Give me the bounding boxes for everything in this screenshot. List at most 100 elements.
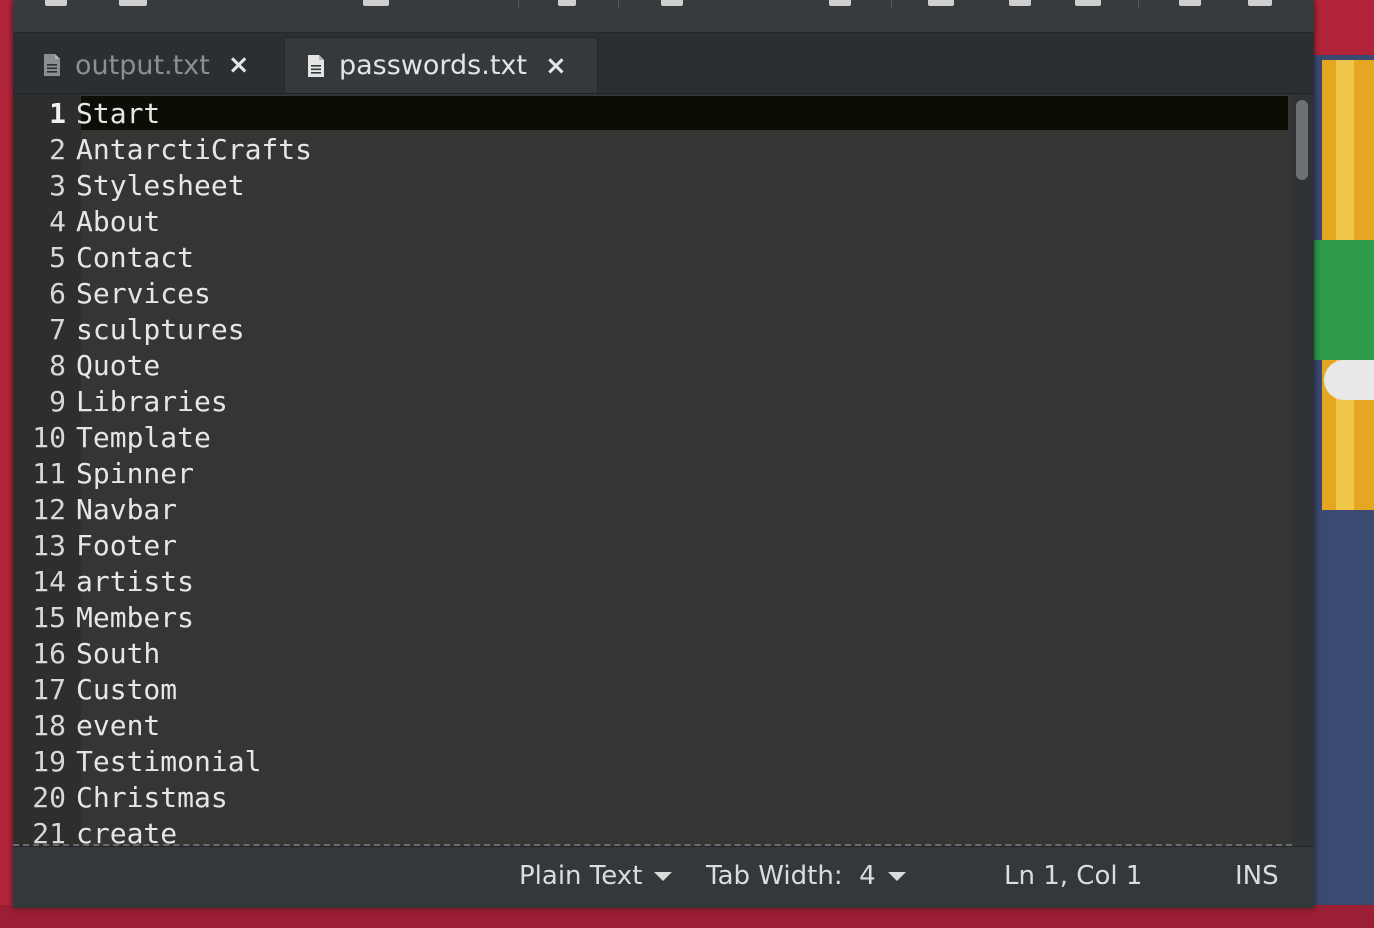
line-text[interactable]: AntarctiCrafts [75, 132, 312, 168]
redo-icon[interactable] [829, 0, 851, 6]
line-number: 3 [49, 169, 66, 202]
line-text[interactable]: event [75, 708, 160, 744]
line-number: 1 [49, 97, 66, 130]
search-icon[interactable] [1179, 0, 1201, 6]
new-file-icon[interactable] [45, 0, 67, 6]
paste-icon[interactable] [1075, 0, 1101, 6]
tab-passwords-txt[interactable]: passwords.txt × [284, 37, 598, 93]
line-number: 12 [32, 493, 66, 526]
line-text[interactable]: About [75, 204, 160, 240]
line-text[interactable]: Navbar [75, 492, 177, 528]
editor-line[interactable]: 7 sculptures [13, 312, 312, 348]
line-number: 13 [32, 529, 66, 562]
cursor-position-label: Ln 1, Col 1 [1004, 861, 1143, 891]
line-number: 14 [32, 565, 66, 598]
insert-mode-label: INS [1235, 861, 1279, 891]
line-number: 16 [32, 637, 66, 670]
save-icon[interactable] [363, 0, 389, 6]
close-tab-button[interactable]: × [228, 50, 250, 80]
line-text[interactable]: Template [75, 420, 211, 456]
print-icon[interactable] [558, 0, 576, 6]
cut-icon[interactable] [928, 0, 954, 6]
line-text[interactable]: Custom [75, 672, 177, 708]
cursor-position: Ln 1, Col 1 [1004, 861, 1142, 891]
line-text[interactable]: Quote [75, 348, 160, 384]
text-editor-window: output.txt × passwords.txt × 1 Start 2 Ant… [13, 0, 1314, 908]
editor-line[interactable]: 6 Services [13, 276, 312, 312]
line-text[interactable]: create [75, 816, 177, 846]
line-number: 21 [32, 817, 66, 846]
line-text[interactable]: Spinner [75, 456, 194, 492]
editor-line[interactable]: 20 Christmas [13, 780, 312, 816]
line-text[interactable]: artists [75, 564, 194, 600]
line-number: 4 [49, 205, 66, 238]
editor-line[interactable]: 14 artists [13, 564, 312, 600]
line-number: 15 [32, 601, 66, 634]
language-selector[interactable]: Plain Text [519, 861, 673, 891]
status-bar: Plain Text Tab Width: 4 Ln 1, Col 1 INS [13, 846, 1314, 908]
editor-line[interactable]: 11 Spinner [13, 456, 312, 492]
line-text[interactable]: Services [75, 276, 211, 312]
dropdown-caret-icon [654, 871, 673, 881]
line-text[interactable]: Stylesheet [75, 168, 245, 204]
editor-line[interactable]: 1 Start [13, 96, 312, 132]
editor-line[interactable]: 18 event [13, 708, 312, 744]
tab-width-selector[interactable]: Tab Width: 4 [706, 861, 906, 891]
editor-line[interactable]: 5 Contact [13, 240, 312, 276]
vertical-scrollbar[interactable] [1292, 94, 1314, 846]
line-text[interactable]: Libraries [75, 384, 228, 420]
editor-line[interactable]: 12 Navbar [13, 492, 312, 528]
line-number: 17 [32, 673, 66, 706]
editor-line[interactable]: 8 Quote [13, 348, 312, 384]
open-icon[interactable] [119, 0, 147, 6]
editor-line[interactable]: 9 Libraries [13, 384, 312, 420]
line-text[interactable]: sculptures [75, 312, 245, 348]
editor-lines: 1 Start 2 AntarctiCrafts 3 Stylesheet 4 Abou… [13, 96, 312, 846]
line-text[interactable]: Christmas [75, 780, 228, 816]
line-number: 11 [32, 457, 66, 490]
toolbar-separator [618, 0, 619, 8]
line-text[interactable]: Footer [75, 528, 177, 564]
toolbar [13, 0, 1314, 33]
tab-bar: output.txt × passwords.txt × [13, 33, 1314, 94]
editor-line[interactable]: 17 Custom [13, 672, 312, 708]
editor-line[interactable]: 15 Members [13, 600, 312, 636]
line-text[interactable]: Contact [75, 240, 194, 276]
dropdown-caret-icon [887, 871, 906, 881]
editor-line[interactable]: 3 Stylesheet [13, 168, 312, 204]
line-text[interactable]: Testimonial [75, 744, 261, 780]
editor-line[interactable]: 13 Footer [13, 528, 312, 564]
editor-line[interactable]: 16 South [13, 636, 312, 672]
close-tab-button[interactable]: × [545, 51, 567, 81]
editor-line[interactable]: 21 create [13, 816, 312, 846]
scrollbar-thumb[interactable] [1296, 100, 1308, 180]
line-number: 9 [49, 385, 66, 418]
line-number: 6 [49, 277, 66, 310]
text-file-icon [44, 54, 60, 76]
editor-line[interactable]: 19 Testimonial [13, 744, 312, 780]
line-number: 2 [49, 133, 66, 166]
line-number: 10 [32, 421, 66, 454]
desktop-background-right [1314, 0, 1374, 928]
copy-icon[interactable] [1009, 0, 1031, 6]
line-text[interactable]: South [75, 636, 160, 672]
desktop-background-bottom [0, 905, 1374, 928]
editor-line[interactable]: 2 AntarctiCrafts [13, 132, 312, 168]
tab-label: output.txt [75, 49, 210, 81]
line-text[interactable]: Start [75, 96, 160, 132]
tab-output-txt[interactable]: output.txt × [43, 37, 250, 93]
insert-mode-indicator: INS [1235, 861, 1279, 891]
replace-icon[interactable] [1248, 0, 1272, 6]
editor-line[interactable]: 10 Template [13, 420, 312, 456]
language-label: Plain Text [519, 861, 643, 891]
tab-label: passwords.txt [339, 50, 527, 81]
toolbar-separator [891, 0, 892, 8]
line-text[interactable]: Members [75, 600, 194, 636]
undo-icon[interactable] [661, 0, 683, 6]
editor-line[interactable]: 4 About [13, 204, 312, 240]
line-number: 5 [49, 241, 66, 274]
line-number: 18 [32, 709, 66, 742]
toolbar-separator [518, 0, 519, 8]
tab-width-label: Tab Width: 4 [706, 861, 876, 891]
text-editor-area[interactable]: 1 Start 2 AntarctiCrafts 3 Stylesheet 4 Abou… [13, 94, 1314, 846]
